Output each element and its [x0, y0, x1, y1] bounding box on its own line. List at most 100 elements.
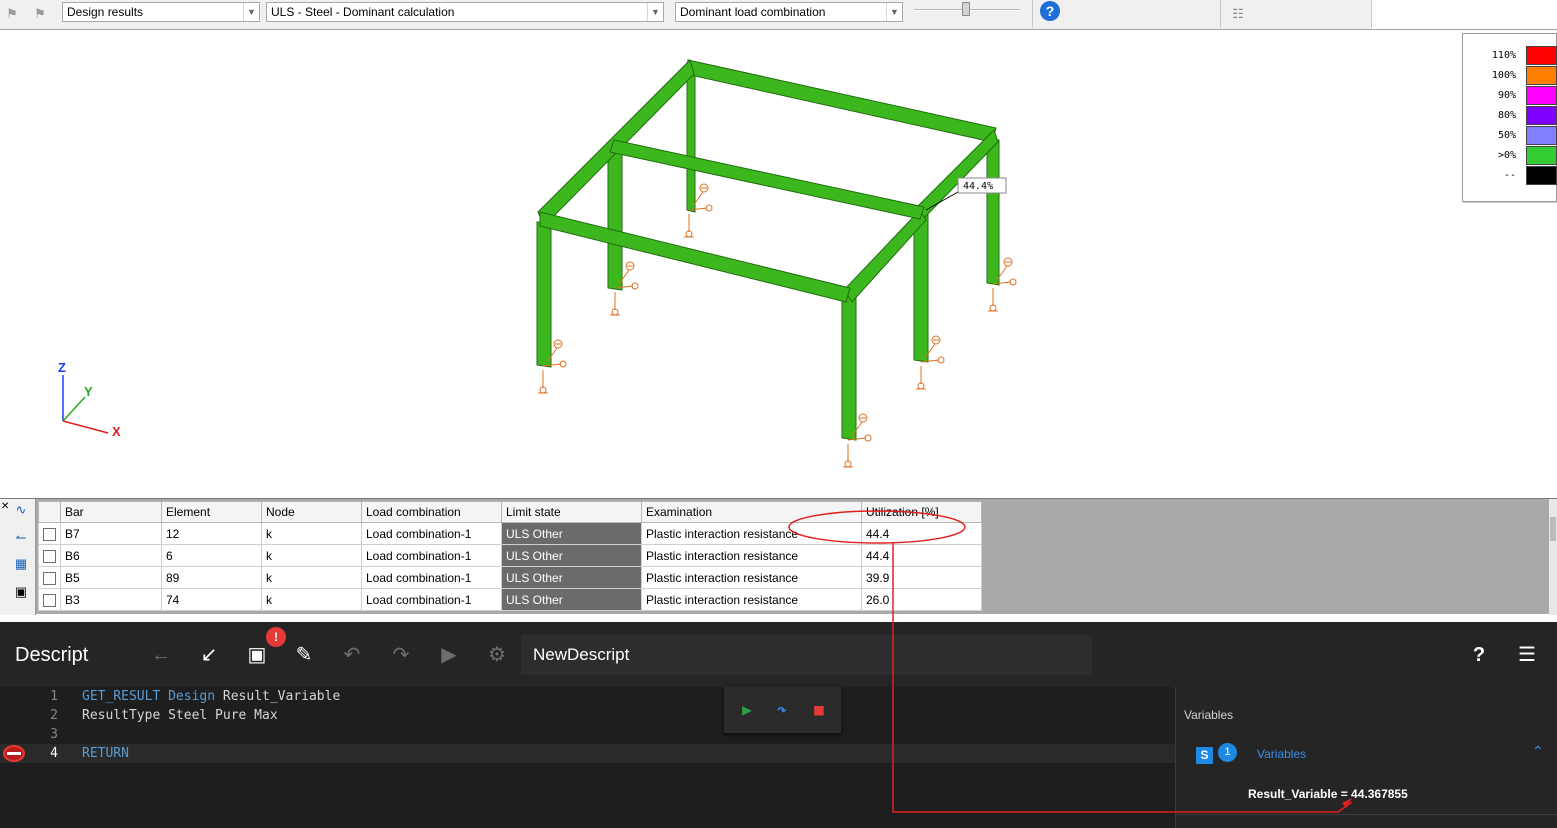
column-header-node[interactable]: Node — [261, 501, 362, 523]
cell-utilization: 39.9 — [861, 566, 982, 589]
descript-panel: Descript ← ↙ ▣ ! ✎ ↶ ↷ ▶ ⚙ NewDescript ?… — [0, 622, 1557, 828]
code-line-current: 4 RETURN — [0, 744, 1175, 763]
cell-limit-state: ULS Other — [501, 544, 642, 567]
legend-label: 50% — [1497, 130, 1516, 141]
code-editor[interactable]: 1 GET_RESULT Design Result_Variable 2 Re… — [0, 687, 1175, 828]
undo-icon[interactable]: ↶ — [339, 642, 365, 668]
result-type-select[interactable]: Design results ▼ — [62, 2, 260, 22]
legend-row: 80% — [1463, 106, 1557, 126]
legend-label: 110% — [1491, 50, 1516, 61]
close-icon[interactable]: ✕ — [1, 501, 9, 512]
legend-swatch — [1526, 126, 1557, 145]
checkbox-icon[interactable] — [43, 571, 56, 585]
load-combination-select[interactable]: Dominant load combination ▼ — [675, 2, 903, 22]
vertical-scrollbar[interactable] — [1549, 499, 1557, 615]
model-3d-view[interactable]: 44.4% Z Y X — [0, 30, 1557, 498]
legend-swatch — [1526, 46, 1557, 65]
debug-icon[interactable]: ⚙ — [484, 642, 510, 668]
toolbar-divider — [1032, 0, 1033, 28]
row-checkbox[interactable] — [38, 566, 61, 589]
cell-load-combination: Load combination-1 — [361, 588, 502, 611]
cell-load-combination: Load combination-1 — [361, 544, 502, 567]
code-line: 3 — [0, 725, 1175, 744]
cell-node: k — [261, 544, 362, 567]
scrollbar-thumb[interactable] — [1550, 517, 1556, 541]
divider — [1176, 814, 1557, 815]
save-icon[interactable]: ▣ — [12, 583, 30, 601]
descript-header: Descript ← ↙ ▣ ! ✎ ↶ ↷ ▶ ⚙ NewDescript ?… — [0, 622, 1557, 687]
variables-panel: Variables S 1 Variables ⌃ Result_Variabl… — [1175, 687, 1557, 828]
flag-right-icon[interactable]: ⚑ — [30, 4, 50, 24]
help-button[interactable]: ? — [1040, 1, 1060, 21]
results-grid-panel: ✕ ∿ ↼ ▦ ▣ Bar Element Node Load combinat… — [0, 498, 1557, 615]
cell-node: k — [261, 522, 362, 545]
legend-label: >0% — [1497, 150, 1516, 161]
utilization-legend: 110% 100% 90% 80% 50% >0% -- — [1462, 33, 1557, 202]
diagram-icon[interactable]: ↼ — [12, 529, 30, 547]
help-button[interactable]: ? — [1466, 642, 1492, 668]
beams — [537, 59, 999, 303]
column-header-examination[interactable]: Examination — [641, 501, 862, 523]
descript-title: Descript — [15, 644, 89, 666]
settings-sliders-icon[interactable]: ☷ — [1228, 4, 1248, 24]
column-header-element[interactable]: Element — [161, 501, 262, 523]
save-as-icon[interactable]: ✎ — [291, 642, 317, 668]
legend-swatch — [1526, 166, 1557, 185]
cell-element: 12 — [161, 522, 262, 545]
script-name-input[interactable]: NewDescript — [521, 635, 1092, 675]
chart-icon[interactable]: ∿ — [12, 501, 30, 519]
chevron-down-icon: ▼ — [886, 3, 902, 21]
cell-load-combination: Load combination-1 — [361, 522, 502, 545]
checkbox-icon[interactable] — [43, 549, 56, 563]
column-header-utilization[interactable]: Utilization [%] — [861, 501, 982, 523]
checkbox-icon[interactable] — [43, 527, 56, 541]
cell-bar: B6 — [60, 544, 162, 567]
cell-utilization: 26.0 — [861, 588, 982, 611]
table-icon[interactable]: ▦ — [12, 555, 30, 573]
toolbar-empty-area — [1372, 0, 1557, 29]
line-number: 4 — [50, 746, 58, 761]
column-header-limit-state[interactable]: Limit state — [501, 501, 642, 523]
save-icon[interactable]: ▣ — [244, 642, 270, 668]
code-keyword: RETURN — [82, 746, 129, 761]
cell-utilization: 44.4 — [861, 522, 982, 545]
cell-limit-state: ULS Other — [501, 566, 642, 589]
row-checkbox[interactable] — [38, 588, 61, 611]
table-row[interactable]: B5 89 k Load combination-1 ULS Other Pla… — [38, 566, 982, 589]
result-type-value: Design results — [67, 5, 144, 19]
flag-left-icon[interactable]: ⚑ — [2, 4, 22, 24]
table-row[interactable]: B6 6 k Load combination-1 ULS Other Plas… — [38, 544, 982, 567]
row-checkbox[interactable] — [38, 544, 61, 567]
table-header-row: Bar Element Node Load combination Limit … — [38, 501, 982, 523]
redo-icon[interactable]: ↷ — [388, 642, 414, 668]
list-icon[interactable]: ☰ — [1514, 642, 1540, 668]
code-rest: Result_Variable — [215, 689, 341, 704]
column-header-load-combination[interactable]: Load combination — [361, 501, 502, 523]
variables-group-label[interactable]: Variables — [1257, 747, 1306, 761]
run-icon[interactable]: ▶ — [736, 699, 758, 721]
collapse-icon[interactable]: ↙ — [196, 642, 222, 668]
legend-label: 80% — [1497, 110, 1516, 121]
table-row[interactable]: B3 74 k Load combination-1 ULS Other Pla… — [38, 588, 982, 611]
back-arrow-icon[interactable]: ← — [148, 642, 174, 668]
count-badge: 1 — [1218, 743, 1237, 762]
row-checkbox[interactable] — [38, 522, 61, 545]
table-row[interactable]: B7 12 k Load combination-1 ULS Other Pla… — [38, 522, 982, 545]
calculation-select[interactable]: ULS - Steel - Dominant calculation ▼ — [266, 2, 664, 22]
scope-badge: S — [1196, 747, 1213, 764]
breakpoint-icon[interactable] — [3, 745, 25, 762]
warning-badge: ! — [266, 627, 286, 647]
slider-thumb[interactable] — [962, 2, 970, 16]
chevron-up-icon[interactable]: ⌃ — [1532, 743, 1544, 760]
stop-icon[interactable]: ■ — [808, 699, 830, 721]
play-icon[interactable]: ▶ — [436, 642, 462, 668]
step-over-icon[interactable]: ↷ — [771, 699, 793, 721]
legend-swatch — [1526, 106, 1557, 125]
legend-row: 90% — [1463, 86, 1557, 106]
checkbox-icon[interactable] — [43, 593, 56, 607]
y-axis-label: Y — [84, 384, 93, 399]
column-header-bar[interactable]: Bar — [60, 501, 162, 523]
cell-bar: B5 — [60, 566, 162, 589]
cell-node: k — [261, 588, 362, 611]
debug-controls: ▶ ↷ ■ — [724, 687, 841, 733]
